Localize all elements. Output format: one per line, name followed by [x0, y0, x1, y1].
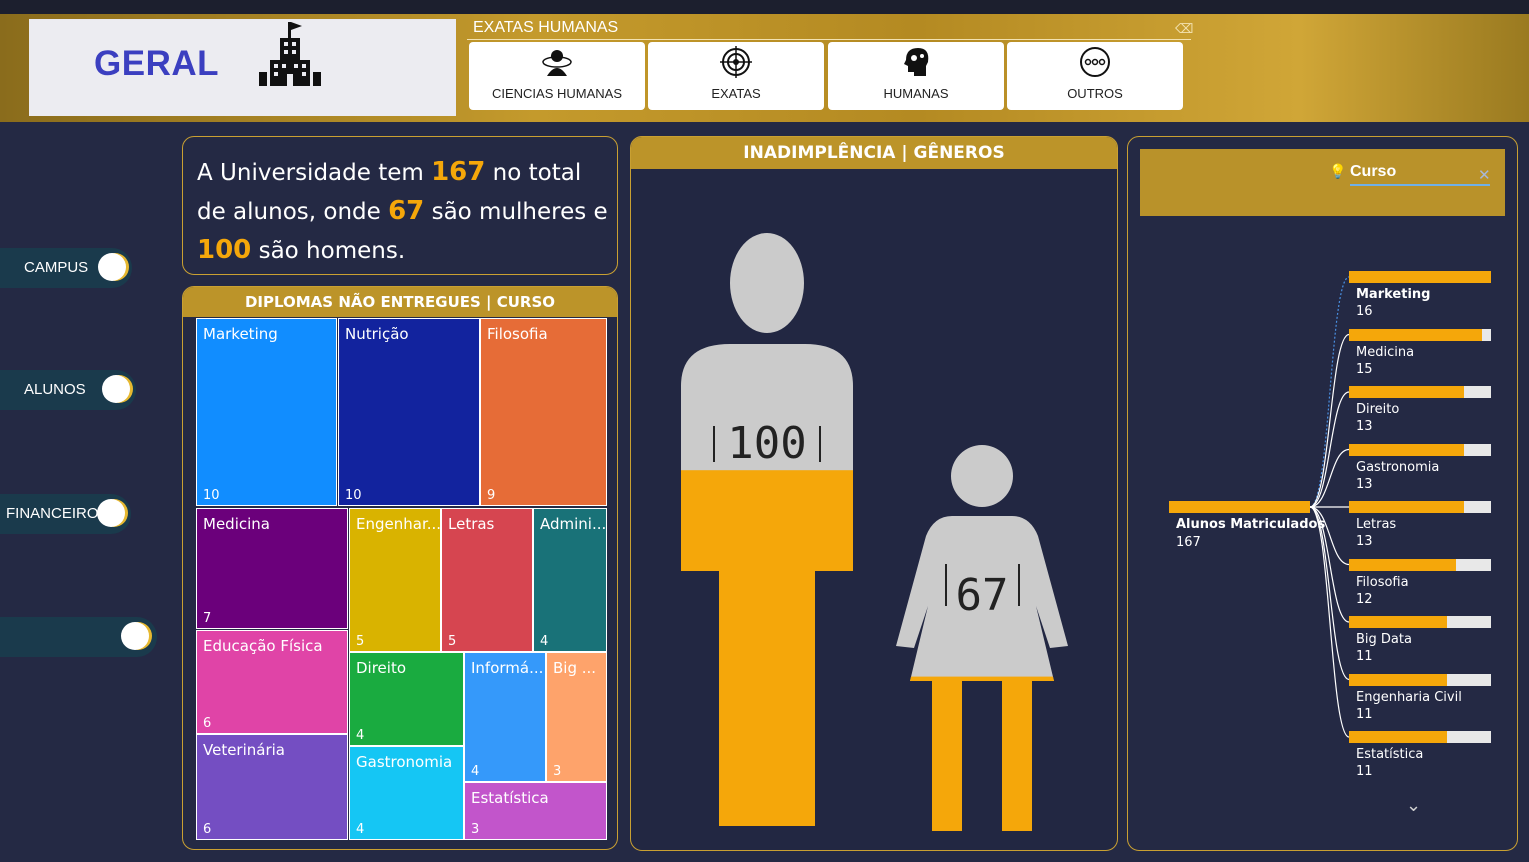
tree-node-label: Direito — [1356, 402, 1400, 417]
tree-node-fill — [1349, 328, 1482, 341]
tree-connector — [1309, 276, 1350, 508]
tree-node-value: 11 — [1356, 764, 1373, 779]
tree-connector — [1309, 391, 1350, 508]
tree-node-fill — [1349, 731, 1447, 743]
tree-node[interactable]: Letras 13 — [1349, 501, 1491, 551]
tree-connector — [1309, 506, 1350, 738]
tree-node-value: 11 — [1356, 649, 1373, 664]
root-bar[interactable] — [1169, 501, 1310, 513]
tree-node-label: Letras — [1356, 517, 1397, 532]
tree-node-label: Medicina — [1356, 344, 1415, 360]
tree-node-fill — [1349, 558, 1456, 571]
tree-node[interactable]: Big Data 11 — [1349, 616, 1491, 666]
tree-node-fill — [1349, 386, 1464, 398]
tree-node-label: Marketing — [1356, 287, 1431, 302]
tree-node-fill — [1349, 443, 1464, 456]
tree-node-value: 15 — [1356, 361, 1373, 377]
tree-connector — [1309, 448, 1350, 508]
tree-node-label: Estatística — [1356, 747, 1424, 762]
tree-node-fill — [1349, 616, 1447, 628]
tree-node-value: 16 — [1356, 304, 1373, 319]
tree-node-value: 13 — [1356, 476, 1373, 492]
tree-node[interactable]: Direito 13 — [1349, 386, 1491, 436]
chevron-down-icon[interactable]: ⌄ — [1406, 795, 1421, 816]
tree-node[interactable]: Marketing 16 — [1349, 271, 1491, 321]
tree-node-label: Engenharia Civil — [1356, 689, 1462, 705]
tree-node-bar — [1349, 731, 1491, 743]
tree-node-fill — [1349, 271, 1491, 283]
tree-node[interactable]: Medicina 15 — [1349, 328, 1491, 379]
tree-node-bar — [1349, 673, 1491, 686]
tree-node[interactable]: Engenharia Civil 11 — [1349, 673, 1491, 724]
tree-node-bar — [1349, 616, 1491, 628]
tree-node-bar — [1349, 386, 1491, 398]
tree-node-bar — [1349, 558, 1491, 571]
tree-node-bar — [1349, 443, 1491, 456]
tree-node[interactable]: Filosofia 12 — [1349, 558, 1491, 609]
tree-node-label: Big Data — [1356, 632, 1412, 647]
tree-node-bar — [1349, 271, 1491, 283]
tree-node-label: Filosofia — [1356, 574, 1409, 590]
tree-node[interactable]: Estatística 11 — [1349, 731, 1491, 781]
tree-node-value: 12 — [1356, 591, 1373, 607]
tree-connectors — [1309, 276, 1350, 738]
tree-node-value: 13 — [1356, 534, 1373, 549]
tree-node-label: Gastronomia — [1356, 459, 1440, 475]
root-value: 167 — [1176, 535, 1201, 550]
tree-node-bar — [1349, 501, 1491, 513]
tree-node-fill — [1349, 501, 1464, 513]
tree-node[interactable]: Gastronomia 13 — [1349, 443, 1491, 494]
tree-node-value: 13 — [1356, 419, 1373, 434]
root-label: Alunos Matriculados — [1176, 517, 1326, 532]
tree-node-value: 11 — [1356, 706, 1373, 722]
tree-node-fill — [1349, 673, 1447, 686]
tree-node-bar — [1349, 328, 1491, 341]
